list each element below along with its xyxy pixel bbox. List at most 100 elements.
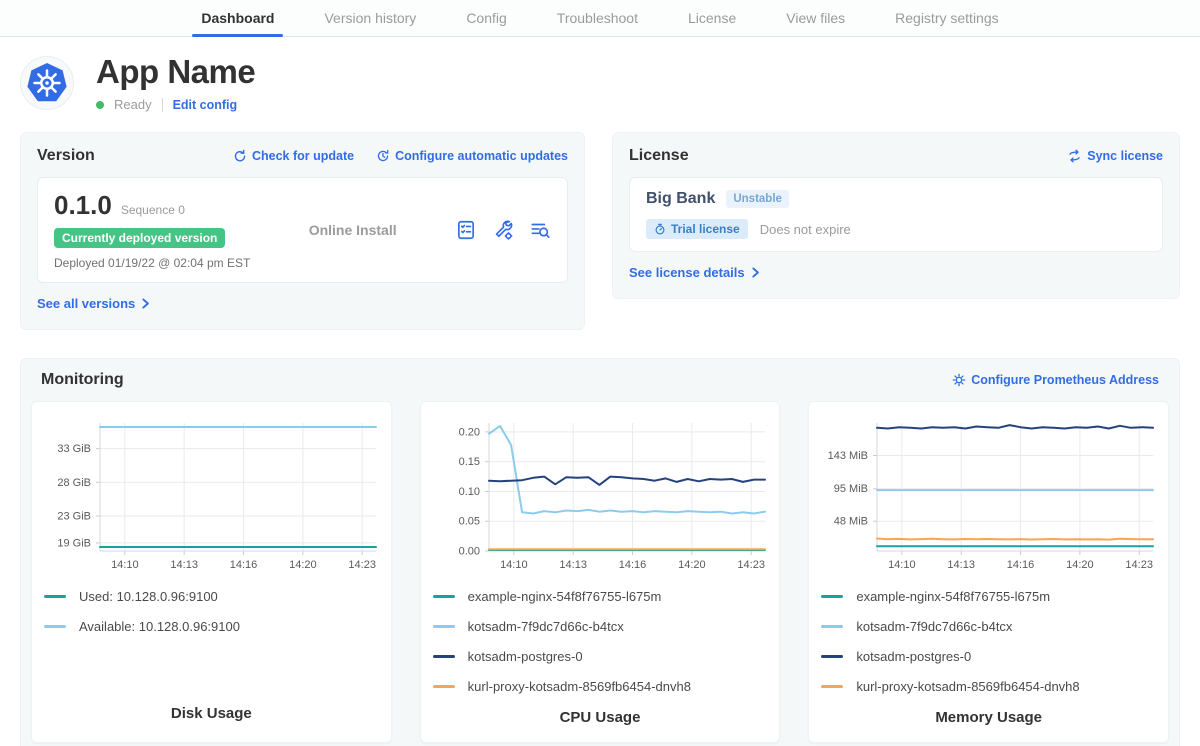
status-ready-dot-icon	[96, 101, 104, 109]
license-card: License Sync license Big Bank Unstable	[612, 132, 1180, 299]
memory-usage-panel: 48 MiB95 MiB143 MiB14:1014:1314:1614:201…	[808, 401, 1169, 743]
edit-config-link[interactable]: Edit config	[173, 98, 238, 112]
current-version-panel: 0.1.0 Sequence 0 Currently deployed vers…	[37, 177, 568, 283]
sync-arrows-icon	[1067, 149, 1082, 163]
svg-text:14:20: 14:20	[1066, 559, 1094, 571]
tab-registry-settings[interactable]: Registry settings	[870, 0, 1023, 36]
cpu-usage-chart: 0.000.050.100.150.2014:1014:1314:1614:20…	[433, 416, 768, 579]
legend-dash-icon	[821, 685, 843, 689]
trial-license-badge: Trial license	[646, 219, 748, 239]
tab-dashboard[interactable]: Dashboard	[176, 0, 299, 36]
svg-text:14:20: 14:20	[289, 559, 317, 571]
version-number: 0.1.0	[54, 190, 112, 221]
svg-text:14:10: 14:10	[500, 559, 528, 571]
svg-text:95 MiB: 95 MiB	[834, 483, 868, 495]
svg-text:0.15: 0.15	[458, 456, 479, 468]
configure-prometheus-link[interactable]: Configure Prometheus Address	[952, 373, 1159, 387]
disk-usage-chart: 19 GiB23 GiB28 GiB33 GiB14:1014:1314:161…	[44, 416, 379, 579]
legend-item: kurl-proxy-kotsadm-8569fb6454-dnvh8	[433, 679, 768, 694]
cpu-usage-panel: 0.000.050.100.150.2014:1014:1314:1614:20…	[420, 401, 781, 743]
legend-label: example-nginx-54f8f76755-l675m	[468, 589, 662, 604]
svg-text:23 GiB: 23 GiB	[57, 510, 91, 522]
tab-view-files[interactable]: View files	[761, 0, 870, 36]
tab-config[interactable]: Config	[441, 0, 531, 36]
legend-dash-icon	[821, 595, 843, 599]
svg-text:14:16: 14:16	[230, 559, 258, 571]
legend-label: kotsadm-7f9dc7d66c-b4tcx	[468, 619, 624, 634]
see-license-details-link[interactable]: See license details	[629, 265, 761, 280]
cards-row: Version Check for update Configure au	[0, 132, 1200, 330]
legend-label: kurl-proxy-kotsadm-8569fb6454-dnvh8	[468, 679, 691, 694]
see-all-versions-link[interactable]: See all versions	[37, 296, 151, 311]
svg-text:14:23: 14:23	[737, 559, 765, 571]
divider	[162, 98, 163, 112]
svg-text:14:10: 14:10	[888, 559, 916, 571]
chevron-right-icon	[750, 267, 761, 278]
legend-item: kotsadm-postgres-0	[433, 649, 768, 664]
deployed-timestamp: Deployed 01/19/22 @ 02:04 pm EST	[54, 256, 250, 270]
tab-troubleshoot[interactable]: Troubleshoot	[532, 0, 663, 36]
svg-text:14:13: 14:13	[170, 559, 198, 571]
version-card: Version Check for update Configure au	[20, 132, 585, 330]
check-for-update-link[interactable]: Check for update	[233, 149, 354, 163]
svg-text:14:23: 14:23	[1126, 559, 1154, 571]
line-chart-svg: 48 MiB95 MiB143 MiB14:1014:1314:1614:201…	[821, 416, 1158, 574]
legend-dash-icon	[821, 625, 843, 629]
monitoring-title: Monitoring	[41, 371, 124, 389]
svg-text:14:23: 14:23	[348, 559, 376, 571]
svg-text:14:13: 14:13	[948, 559, 976, 571]
view-deploy-logs-icon[interactable]	[529, 219, 551, 241]
svg-text:0.00: 0.00	[458, 546, 479, 558]
memory-usage-legend: example-nginx-54f8f76755-l675m kotsadm-7f…	[821, 589, 1156, 709]
svg-text:33 GiB: 33 GiB	[57, 443, 91, 455]
line-chart-svg: 0.000.050.100.150.2014:1014:1314:1614:20…	[433, 416, 770, 574]
svg-text:14:16: 14:16	[1007, 559, 1035, 571]
svg-text:48 MiB: 48 MiB	[834, 516, 868, 528]
legend-dash-icon	[433, 625, 455, 629]
legend-item: Used: 10.128.0.96:9100	[44, 589, 379, 604]
version-card-title: Version	[37, 147, 95, 165]
install-type-label: Online Install	[309, 222, 397, 238]
svg-text:14:16: 14:16	[618, 559, 646, 571]
app-header: App Name Ready Edit config	[0, 37, 1200, 118]
tab-version-history[interactable]: Version history	[299, 0, 441, 36]
top-navbar: Dashboard Version history Config Trouble…	[0, 0, 1200, 37]
clock-refresh-icon	[376, 149, 390, 163]
disk-usage-panel: 19 GiB23 GiB28 GiB33 GiB14:1014:1314:161…	[31, 401, 392, 743]
legend-label: example-nginx-54f8f76755-l675m	[856, 589, 1050, 604]
preflight-checks-icon[interactable]	[455, 219, 477, 241]
legend-label: kotsadm-postgres-0	[468, 649, 583, 664]
svg-text:14:10: 14:10	[111, 559, 139, 571]
legend-label: kotsadm-7f9dc7d66c-b4tcx	[856, 619, 1012, 634]
tab-license[interactable]: License	[663, 0, 761, 36]
edit-config-wrench-icon[interactable]	[492, 219, 514, 241]
legend-item: Available: 10.128.0.96:9100	[44, 619, 379, 634]
status-text: Ready	[114, 97, 152, 112]
legend-dash-icon	[821, 655, 843, 659]
legend-label: kotsadm-postgres-0	[856, 649, 971, 664]
legend-item: kurl-proxy-kotsadm-8569fb6454-dnvh8	[821, 679, 1156, 694]
legend-item: kotsadm-7f9dc7d66c-b4tcx	[821, 619, 1156, 634]
gear-icon	[952, 373, 966, 387]
license-panel: Big Bank Unstable Trial license Does not…	[629, 177, 1163, 252]
legend-dash-icon	[433, 655, 455, 659]
svg-text:0.05: 0.05	[458, 516, 479, 528]
legend-dash-icon	[433, 595, 455, 599]
cpu-usage-legend: example-nginx-54f8f76755-l675m kotsadm-7f…	[433, 589, 768, 709]
svg-text:14:13: 14:13	[559, 559, 587, 571]
legend-item: example-nginx-54f8f76755-l675m	[821, 589, 1156, 604]
legend-dash-icon	[44, 625, 66, 629]
legend-item: kotsadm-7f9dc7d66c-b4tcx	[433, 619, 768, 634]
legend-item: example-nginx-54f8f76755-l675m	[433, 589, 768, 604]
license-expiry: Does not expire	[760, 222, 851, 237]
legend-dash-icon	[44, 595, 66, 599]
configure-automatic-updates-link[interactable]: Configure automatic updates	[376, 149, 568, 163]
memory-usage-chart: 48 MiB95 MiB143 MiB14:1014:1314:1614:201…	[821, 416, 1156, 579]
legend-dash-icon	[433, 685, 455, 689]
svg-text:0.20: 0.20	[458, 426, 479, 438]
sync-license-link[interactable]: Sync license	[1067, 149, 1163, 163]
svg-text:14:20: 14:20	[678, 559, 706, 571]
stopwatch-icon	[654, 223, 666, 235]
kubernetes-logo-icon	[20, 56, 74, 110]
line-chart-svg: 19 GiB23 GiB28 GiB33 GiB14:1014:1314:161…	[44, 416, 381, 574]
